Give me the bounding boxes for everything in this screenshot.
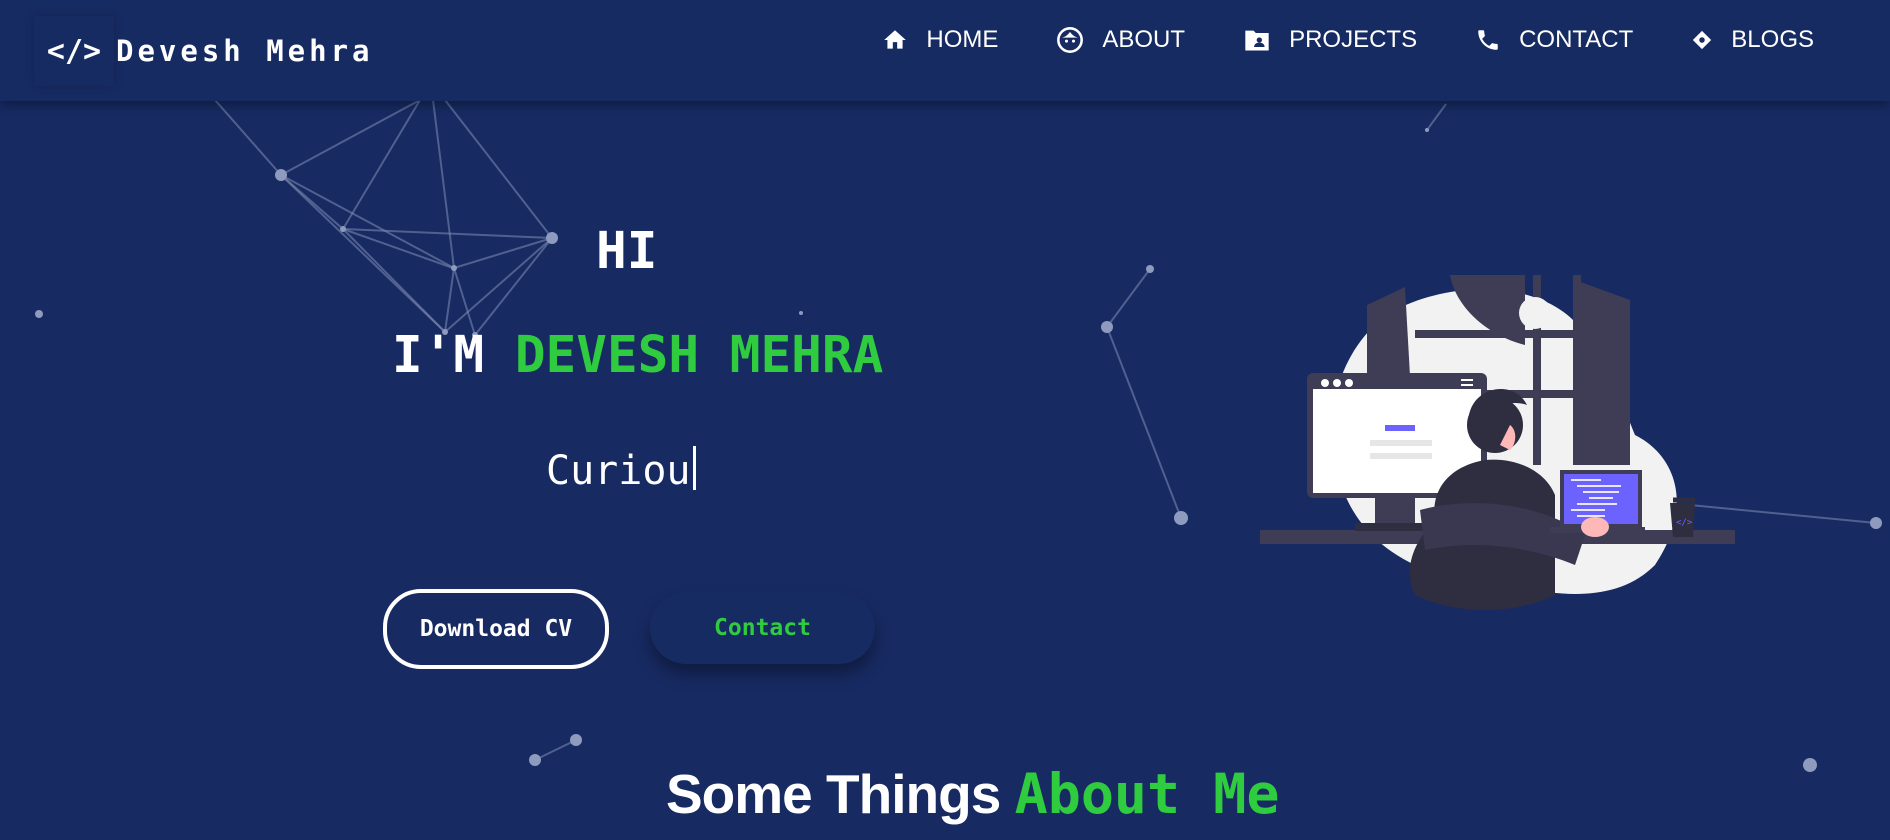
hero-greeting: HI <box>596 222 658 281</box>
home-icon <box>884 30 907 49</box>
diamond-icon <box>1693 30 1712 50</box>
typing-cursor <box>692 446 696 490</box>
typed-text: Curiou <box>546 446 696 494</box>
nav-item-label: PROJECTS <box>1289 26 1418 53</box>
face-icon <box>1057 27 1084 53</box>
code-logo-icon: </> <box>34 16 114 86</box>
download-cv-button[interactable]: Download CV <box>383 589 609 669</box>
typed-text-value: Curiou <box>546 448 691 494</box>
nav-item-blogs[interactable]: BLOGS <box>1691 26 1814 54</box>
nav-item-home[interactable]: HOME <box>882 26 998 54</box>
nav-menu: HOME ABOUT PROJECTS CONTACT BLOGS <box>824 26 1814 54</box>
phone-icon <box>1478 30 1498 50</box>
about-title-part1: Some Things <box>666 763 1001 825</box>
navbar: </> Devesh Mehra HOME ABOUT PROJECTS CON… <box>0 0 1890 101</box>
nav-item-label: BLOGS <box>1731 26 1814 53</box>
developer-illustration: </> <box>1260 275 1735 610</box>
svg-text:</>: </> <box>1676 518 1693 528</box>
about-section-title: Some Things About Me <box>666 762 1280 826</box>
nav-item-label: ABOUT <box>1102 26 1186 53</box>
nav-item-label: HOME <box>926 26 999 53</box>
nav-item-label: CONTACT <box>1519 26 1634 53</box>
brand[interactable]: </> Devesh Mehra <box>34 12 374 90</box>
hero-intro-prefix: I'M <box>392 326 485 385</box>
about-title-part2: About Me <box>1014 762 1280 826</box>
contact-button[interactable]: Contact <box>650 592 875 664</box>
nav-item-about[interactable]: ABOUT <box>1056 26 1185 54</box>
nav-item-contact[interactable]: CONTACT <box>1475 26 1633 54</box>
nav-item-projects[interactable]: PROJECTS <box>1243 26 1417 54</box>
hero-name: DEVESH MEHRA <box>514 326 884 385</box>
brand-name: Devesh Mehra <box>116 34 374 68</box>
folder-icon <box>1245 30 1269 51</box>
hero-intro: I'M DEVESH MEHRA <box>392 326 883 385</box>
